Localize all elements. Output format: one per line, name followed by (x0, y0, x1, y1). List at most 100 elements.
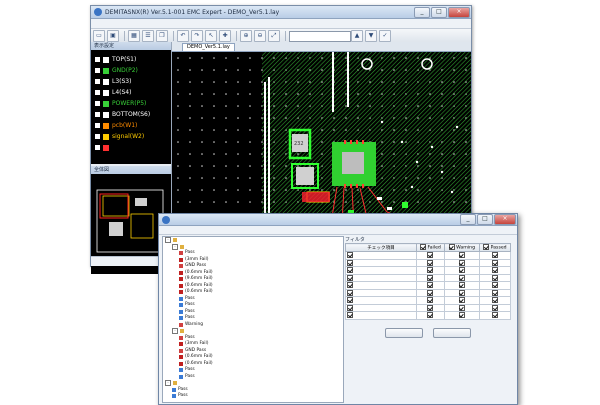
filter-row-checkbox[interactable] (347, 297, 353, 303)
filter-checkbox-passed[interactable] (491, 297, 498, 303)
clear-all-button[interactable] (433, 328, 471, 338)
filter-row-checkbox[interactable] (347, 252, 353, 258)
layer-item[interactable]: POWER(P5) (91, 98, 171, 109)
layer-item[interactable]: L3(S3) (91, 76, 171, 87)
main-titlebar[interactable]: DEMITASNX(R) Ver.5.1-001 EMC Expert - DE… (91, 6, 471, 19)
filter-checkbox-warning[interactable] (458, 312, 465, 318)
layer-up-icon[interactable]: ▲ (351, 30, 363, 42)
close-button[interactable]: × (448, 6, 470, 18)
filter-checkbox-passed[interactable] (491, 267, 498, 273)
layer-item[interactable]: signal(W2) (91, 131, 171, 142)
layer-item[interactable]: TOP(S1) (91, 54, 171, 65)
fit-view-icon[interactable]: ⤢ (268, 30, 280, 42)
document-tab[interactable]: DEMO_Ver5.1.lay (182, 43, 235, 51)
result-tree[interactable]: - - Pass (3mm Fail) GND Pass (0.6mm Fail) (9.6… (162, 236, 344, 403)
layer-visibility-checkbox[interactable] (95, 68, 100, 73)
filter-checkbox-warning[interactable] (458, 267, 465, 273)
filter-checkbox-warning[interactable] (458, 289, 465, 296)
tree-node[interactable]: Pass (163, 393, 343, 400)
column-header-warning[interactable]: Warning (443, 243, 480, 252)
layer-visibility-checkbox[interactable] (95, 101, 100, 106)
tree-expander-icon[interactable]: - (172, 243, 178, 250)
layer-panel-title: 表示設定 (91, 42, 171, 50)
dialog-minimize-button[interactable]: _ (460, 214, 476, 225)
save-icon[interactable]: ▣ (107, 30, 119, 42)
filter-checkbox-warning[interactable] (458, 274, 465, 281)
view-mode-combo[interactable] (289, 30, 351, 42)
dialog-titlebar[interactable]: _ □ × (159, 214, 517, 226)
filter-checkbox-failed[interactable] (427, 297, 434, 303)
filter-row-checkbox[interactable] (347, 282, 353, 288)
layer-item[interactable]: BOTTOM(S6) (91, 109, 171, 120)
layer-visibility-checkbox[interactable] (95, 123, 100, 128)
fail-icon (179, 270, 183, 275)
tree-expander-icon[interactable]: - (165, 237, 171, 244)
layer-item[interactable]: L4(S4) (91, 87, 171, 98)
layer-item[interactable]: pcb(W1) (91, 120, 171, 131)
tree-expander-icon[interactable]: - (172, 328, 178, 335)
filter-checkbox-failed[interactable] (427, 289, 434, 296)
check-icon[interactable]: ✓ (379, 30, 391, 42)
select-icon[interactable]: ↖ (205, 30, 217, 42)
tree-expander-icon[interactable]: - (165, 380, 171, 387)
ok-icon (179, 374, 183, 379)
zoom-in-icon[interactable]: ⊕ (240, 30, 252, 42)
layer-down-icon[interactable]: ▼ (365, 30, 377, 42)
filter-row-checkbox[interactable] (347, 274, 353, 281)
filter-checkbox-passed[interactable] (491, 312, 498, 318)
layer-item[interactable] (91, 142, 171, 153)
filter-checkbox-passed[interactable] (491, 259, 498, 266)
app-icon (94, 8, 102, 16)
filter-checkbox-warning[interactable] (458, 282, 465, 288)
layer-label: L4(S4) (112, 89, 132, 96)
maximize-button[interactable]: □ (431, 6, 447, 18)
column-header-passed[interactable]: Passed (478, 243, 512, 252)
filter-row-checkbox[interactable] (347, 259, 353, 266)
copy-icon[interactable]: ❐ (156, 30, 168, 42)
filter-row-checkbox[interactable] (347, 267, 353, 273)
folder-icon (173, 381, 177, 386)
filter-checkbox-failed[interactable] (427, 282, 434, 288)
layer-visibility-checkbox[interactable] (95, 90, 100, 95)
zoom-out-icon[interactable]: ⊖ (254, 30, 266, 42)
new-file-icon[interactable]: ▭ (93, 30, 105, 42)
layer-visibility-checkbox[interactable] (95, 79, 100, 84)
filter-checkbox-failed[interactable] (427, 304, 434, 311)
redo-icon[interactable]: ↷ (191, 30, 203, 42)
filter-row-checkbox[interactable] (347, 304, 353, 311)
minimize-button[interactable]: _ (414, 6, 430, 18)
filter-checkbox-passed[interactable] (491, 282, 498, 288)
header-checkbox-failed[interactable] (420, 244, 427, 251)
filter-checkbox-passed[interactable] (491, 274, 498, 281)
filter-checkbox-warning[interactable] (458, 297, 465, 303)
filter-checkbox-passed[interactable] (491, 289, 498, 296)
header-checkbox-passed[interactable] (483, 244, 490, 251)
dialog-close-button[interactable]: × (494, 214, 516, 225)
measure-icon[interactable]: ✚ (219, 30, 231, 42)
filter-checkbox-failed[interactable] (427, 267, 434, 273)
filter-checkbox-failed[interactable] (427, 252, 434, 258)
layer-item[interactable]: GND(P2) (91, 65, 171, 76)
grid-view-icon[interactable]: ▦ (128, 30, 140, 42)
filter-checkbox-warning[interactable] (458, 304, 465, 311)
layer-visibility-checkbox[interactable] (95, 57, 100, 62)
undo-icon[interactable]: ↶ (177, 30, 189, 42)
column-header-failed[interactable]: Failed (416, 243, 445, 252)
list-view-icon[interactable]: ☰ (142, 30, 154, 42)
layer-visibility-checkbox[interactable] (95, 145, 100, 150)
toolbar-separator (236, 31, 237, 41)
dialog-maximize-button[interactable]: □ (477, 214, 493, 225)
header-checkbox-warning[interactable] (448, 244, 455, 251)
filter-checkbox-failed[interactable] (427, 312, 434, 318)
filter-checkbox-failed[interactable] (427, 259, 434, 266)
filter-checkbox-warning[interactable] (458, 252, 465, 258)
layer-visibility-checkbox[interactable] (95, 134, 100, 139)
filter-checkbox-passed[interactable] (491, 252, 498, 258)
filter-checkbox-failed[interactable] (427, 274, 434, 281)
filter-row-checkbox[interactable] (347, 289, 353, 296)
select-all-button[interactable] (385, 328, 423, 338)
filter-checkbox-warning[interactable] (458, 259, 465, 266)
filter-checkbox-passed[interactable] (491, 304, 498, 311)
layer-visibility-checkbox[interactable] (95, 112, 100, 117)
filter-row-checkbox[interactable] (347, 312, 353, 318)
